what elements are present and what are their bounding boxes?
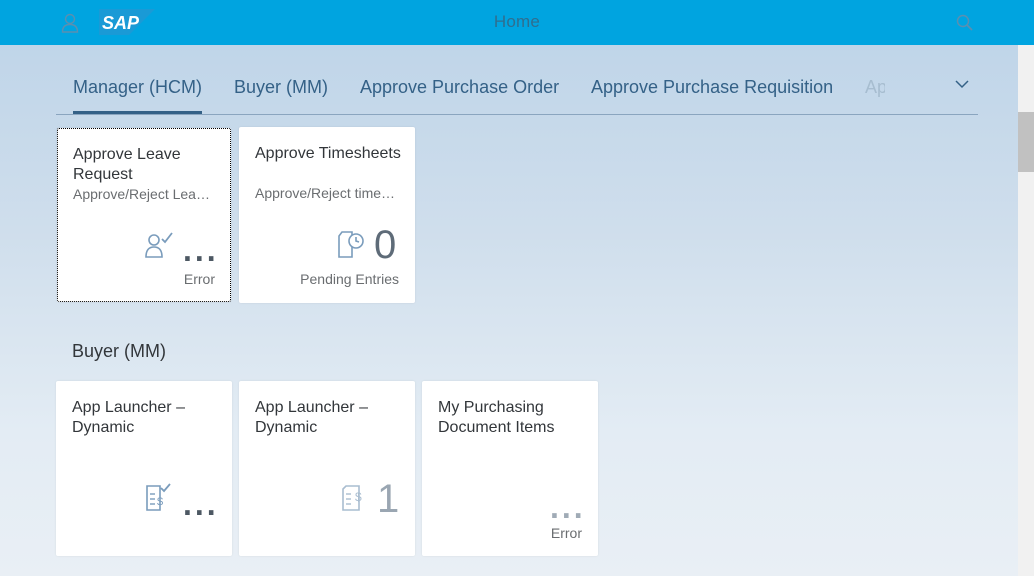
tile-my-purchasing-document-items[interactable]: My Purchasing Document Items ... Error (422, 381, 598, 556)
svg-text:$: $ (355, 490, 362, 504)
tile-app-launcher-dynamic-2[interactable]: App Launcher – Dynamic $ 1 (239, 381, 415, 556)
employee-approvals-icon (144, 231, 174, 264)
scrollbar-thumb[interactable] (1018, 112, 1034, 172)
tile-value: 0 (374, 223, 397, 267)
tile-title: My Purchasing Document Items (438, 399, 555, 436)
tile-title: App Launcher – Dynamic (255, 399, 368, 436)
tile-value: ... (183, 232, 219, 268)
tile-title: Approve Timesheets (255, 145, 401, 162)
tab-approve-purchase-order[interactable]: Approve Purchase Order (360, 77, 559, 98)
selected-tab-indicator (73, 111, 202, 114)
group-title: Buyer (MM) (72, 341, 166, 361)
tab-buyer-mm[interactable]: Buyer (MM) (234, 77, 328, 98)
tab-manager-hcm[interactable]: Manager (HCM) (73, 77, 202, 98)
search-icon[interactable] (955, 12, 975, 34)
tab-truncated[interactable]: Ap (865, 77, 885, 98)
tile-subtitle: Approve/Reject Lea… (73, 186, 210, 202)
tile-subtitle: Approve/Reject time… (255, 185, 396, 201)
anchor-navigation-bar: Manager (HCM) Buyer (MM) Approve Purchas… (56, 60, 978, 115)
approved-document-icon: $ (144, 482, 172, 517)
document-cost-icon: $ (340, 482, 368, 517)
tile-footer: Error (183, 271, 215, 287)
tile-value: 1 (377, 477, 400, 521)
tile-value: ... (183, 486, 219, 522)
tab-approve-purchase-requisition[interactable]: Approve Purchase Requisition (591, 77, 833, 98)
tile-title: App Launcher – Dynamic (72, 399, 185, 436)
tile-footer: Error (550, 525, 582, 541)
tile-footer: Pending Entries (300, 271, 399, 287)
time-entry-request-icon (337, 229, 367, 264)
tile-app-launcher-dynamic-1[interactable]: App Launcher – Dynamic $ ... (56, 381, 232, 556)
tile-approve-timesheets[interactable]: Approve Timesheets Approve/Reject time… … (239, 127, 415, 303)
chevron-down-icon[interactable] (953, 76, 971, 92)
tile-value: ... (550, 489, 586, 525)
tile-approve-leave-request[interactable]: Approve Leave Request Approve/Reject Lea… (57, 128, 231, 302)
shell-bar: SAP Home (0, 0, 1034, 45)
svg-text:$: $ (157, 496, 163, 508)
shell-title: Home (493, 12, 541, 31)
tile-title: Approve Leave Request (73, 146, 181, 183)
